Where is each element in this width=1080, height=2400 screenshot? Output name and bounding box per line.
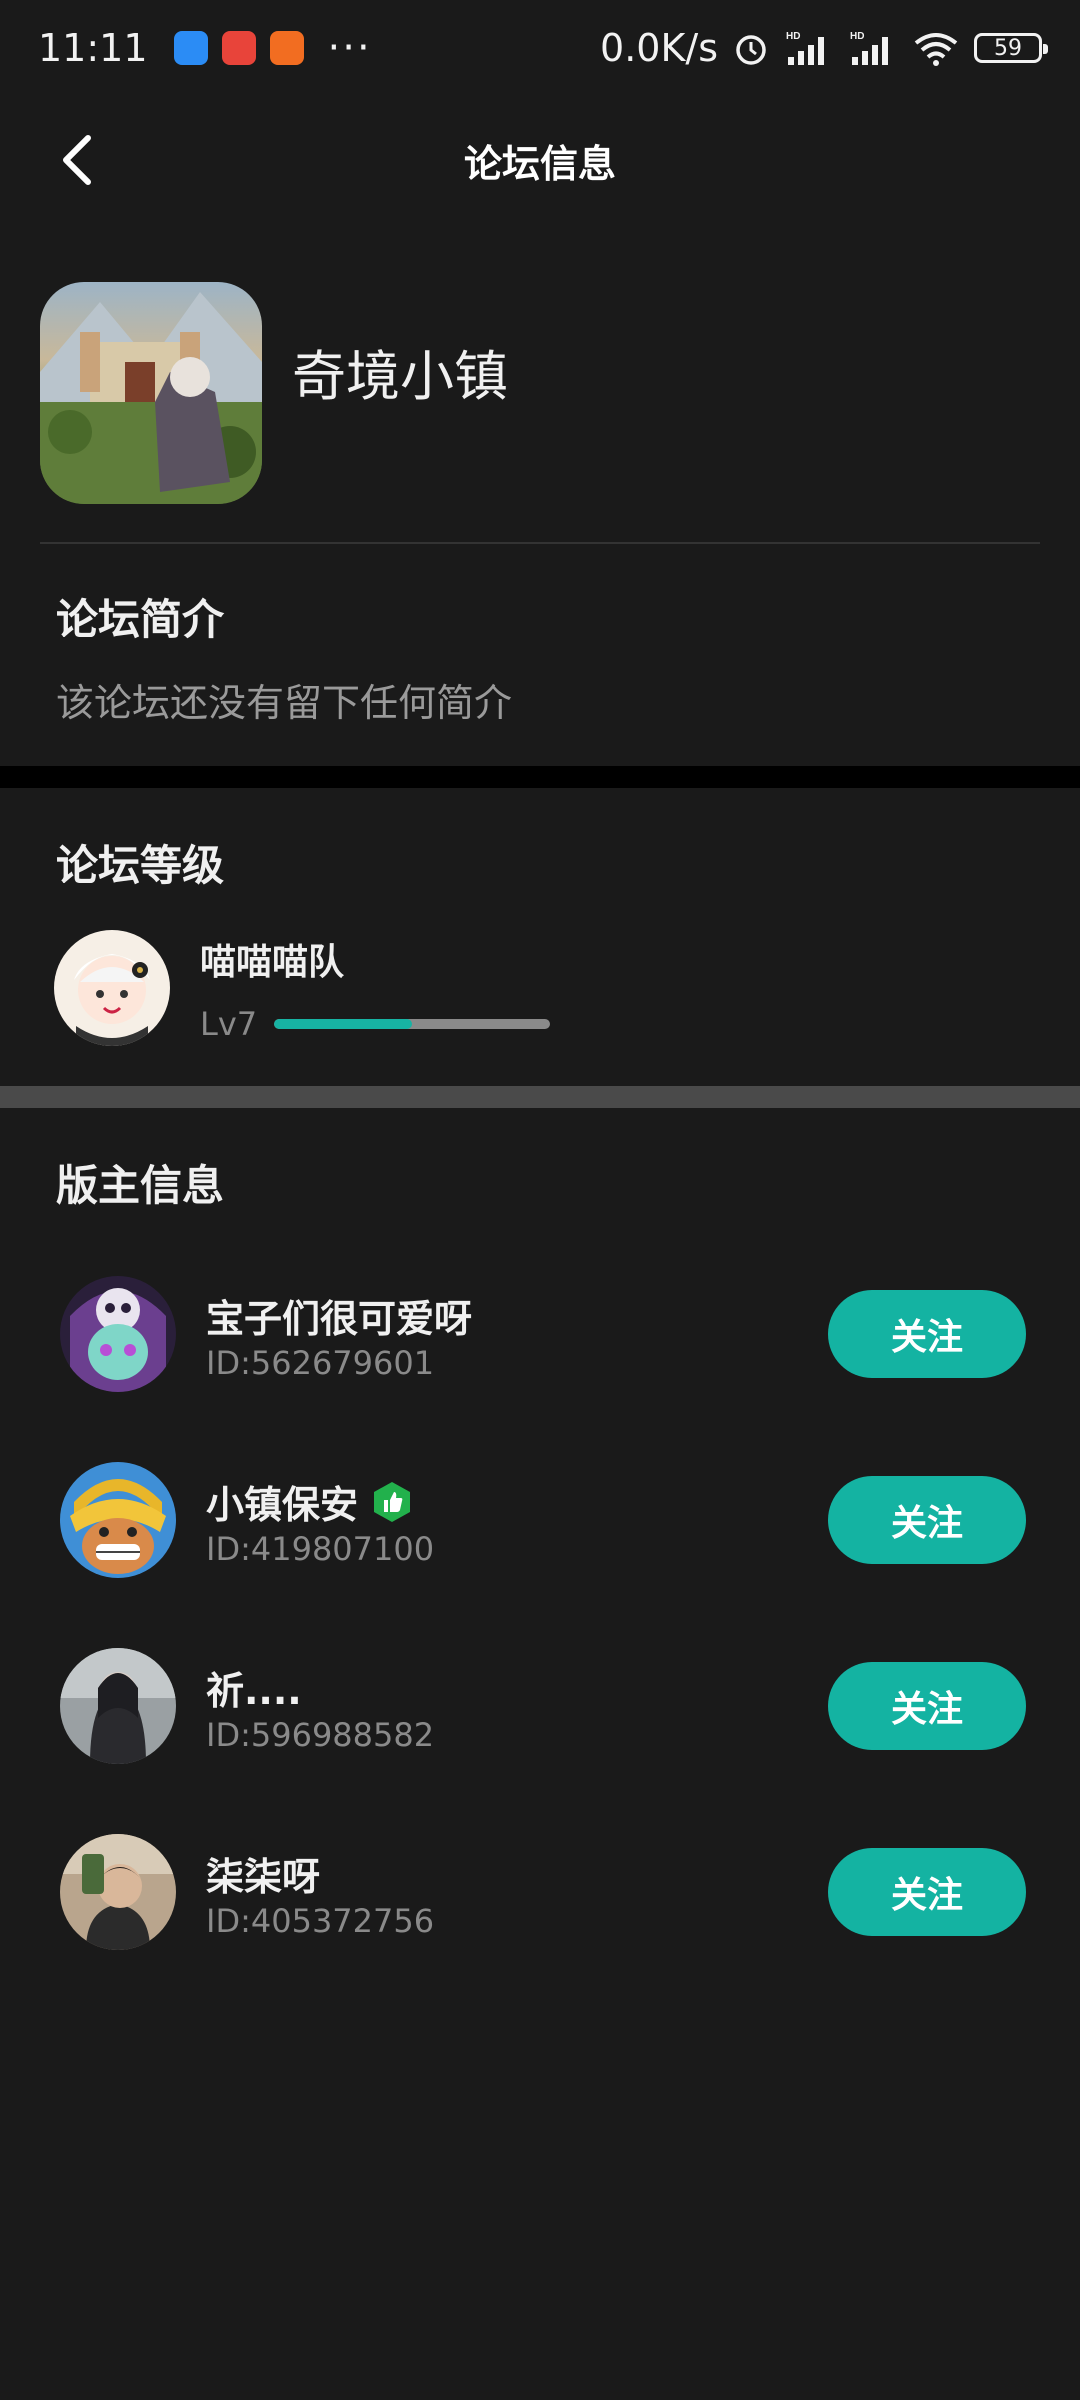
svg-text:HD: HD — [850, 31, 864, 42]
moderator-list: 宝子们很可爱呀 ID:562679601 关注 小镇保安 ID:41980710… — [0, 1262, 1080, 2006]
svg-text:HD: HD — [786, 31, 800, 42]
moderator-name: 柒柒呀 — [206, 1846, 320, 1901]
avatar[interactable] — [60, 1648, 176, 1764]
moderator-id: ID:419807100 — [206, 1530, 435, 1568]
top-bar: 论坛信息 — [0, 110, 1080, 210]
follow-button[interactable]: 关注 — [828, 1848, 1026, 1936]
team-avatar — [54, 930, 170, 1046]
app-icon-blue — [173, 31, 208, 65]
forum-intro-text: 该论坛还没有留下任何简介 — [56, 681, 513, 725]
moderator-id: ID:562679601 — [206, 1344, 435, 1382]
follow-button[interactable]: 关注 — [828, 1476, 1026, 1564]
moderator-section-title: 版主信息 — [56, 1161, 225, 1210]
wifi-icon — [914, 33, 958, 66]
network-speed: 0.0K/s — [600, 26, 718, 70]
page-title: 论坛信息 — [463, 141, 616, 186]
avatar[interactable] — [60, 1834, 176, 1950]
more-dots-icon: ··· — [327, 25, 372, 71]
moderator-name-text: 宝子们很可爱呀 — [206, 1297, 473, 1341]
level-progress-fill — [274, 1019, 412, 1029]
avatar[interactable] — [60, 1462, 176, 1578]
moderator-name: 祈.... — [206, 1660, 302, 1715]
level-label: Lv7 — [200, 1005, 258, 1043]
moderator-item: 柒柒呀 ID:405372756 关注 — [0, 1820, 1080, 2006]
forum-intro-title: 论坛简介 — [56, 595, 225, 644]
forum-game-icon — [40, 282, 262, 504]
forum-header: 奇境小镇 — [40, 282, 1040, 504]
divider — [40, 542, 1040, 544]
forum-name: 奇境小镇 — [292, 344, 508, 408]
moderator-name: 宝子们很可爱呀 — [206, 1288, 472, 1343]
moderator-item: 小镇保安 ID:419807100 关注 — [0, 1448, 1080, 1634]
moderator-item: 祈.... ID:596988582 关注 — [0, 1634, 1080, 1820]
moderator-name-text: 柒柒呀 — [206, 1855, 321, 1899]
signal-hd-icon: HD — [850, 31, 888, 65]
avatar[interactable] — [60, 1276, 176, 1392]
moderator-item: 宝子们很可爱呀 ID:562679601 关注 — [0, 1262, 1080, 1448]
battery-level: 59 — [994, 35, 1022, 61]
moderator-name-text: 小镇保安 — [206, 1483, 359, 1527]
chevron-left-icon — [63, 135, 91, 185]
forum-level-title: 论坛等级 — [56, 841, 225, 890]
section-separator — [0, 766, 1080, 788]
battery-icon: 59 — [974, 33, 1048, 63]
moderator-id: ID:405372756 — [206, 1902, 435, 1940]
mi-icon — [269, 31, 304, 65]
signal-hd-icon: HD — [786, 31, 824, 65]
back-button[interactable] — [50, 132, 106, 188]
moderator-name: 小镇保安 — [206, 1474, 414, 1529]
app-icon-red — [221, 31, 256, 65]
moderator-name-text: 祈.... — [206, 1669, 302, 1713]
team-name: 喵喵喵队 — [200, 942, 345, 983]
level-progress-bar — [274, 1019, 550, 1029]
follow-button[interactable]: 关注 — [828, 1290, 1026, 1378]
status-time: 11:11 — [38, 26, 148, 70]
moderator-id: ID:596988582 — [206, 1716, 435, 1754]
status-bar: 11:11 ··· 0.0K/s HD HD 59 — [0, 0, 1080, 96]
forum-level-row: 喵喵喵队 Lv7 — [54, 928, 954, 1048]
section-separator — [0, 1086, 1080, 1108]
thumbs-up-badge-icon — [374, 1481, 411, 1522]
alarm-icon — [736, 35, 766, 65]
follow-button[interactable]: 关注 — [828, 1662, 1026, 1750]
